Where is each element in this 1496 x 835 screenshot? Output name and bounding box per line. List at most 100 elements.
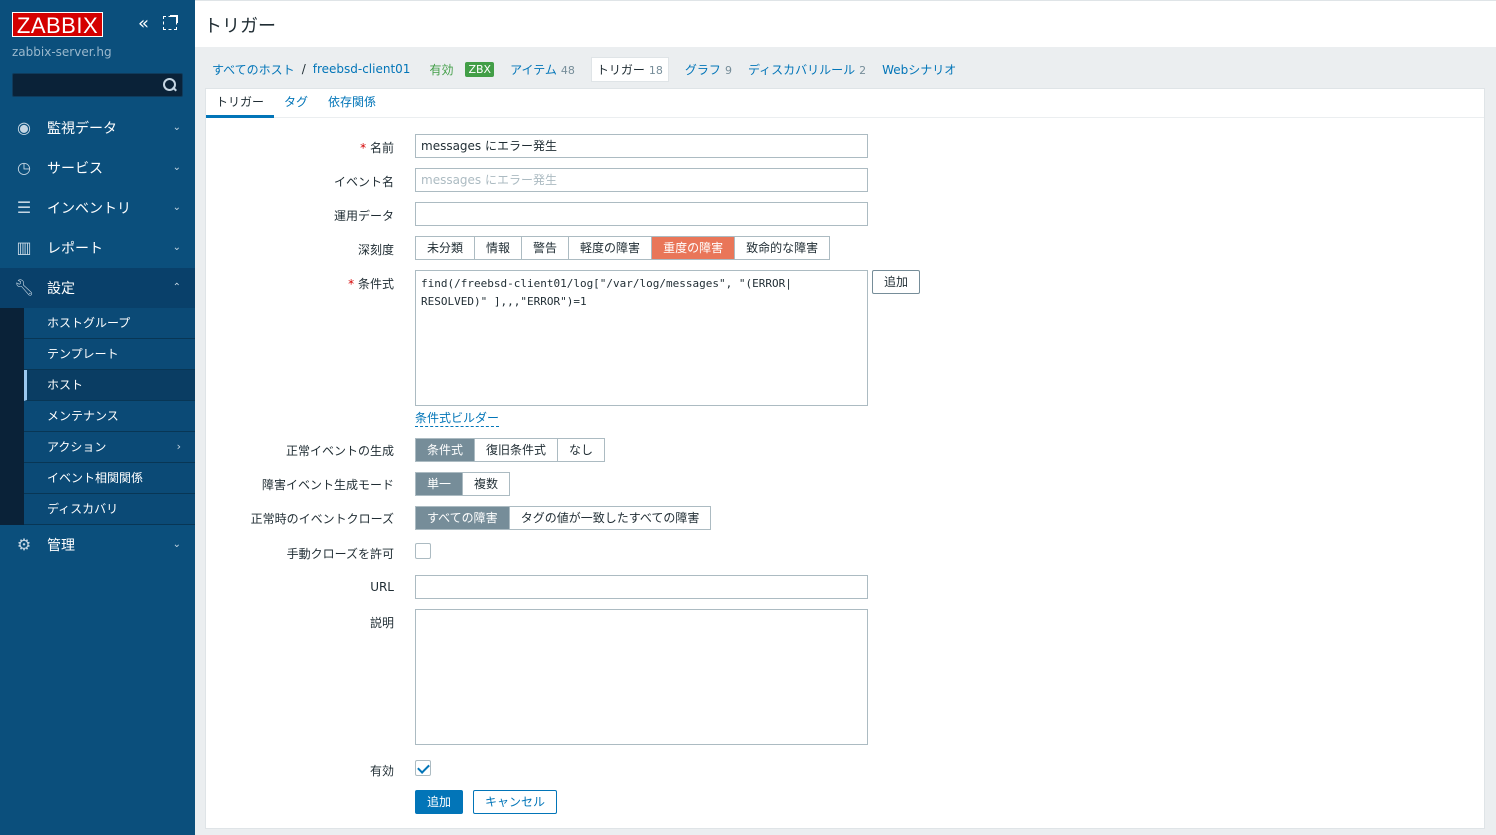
severity-average[interactable]: 軽度の障害 bbox=[569, 237, 653, 259]
ok-event-label: 正常イベントの生成 bbox=[285, 444, 394, 458]
ok-event-recovery-expression[interactable]: 復旧条件式 bbox=[475, 439, 559, 461]
gear-icon: ⚙ bbox=[16, 535, 32, 554]
name-label: 名前 bbox=[360, 139, 394, 156]
cancel-button[interactable]: キャンセル bbox=[473, 790, 558, 814]
graphs-count: 9 bbox=[724, 63, 732, 77]
breadcrumb-items[interactable]: アイテム 48 bbox=[510, 61, 575, 78]
tab-dependencies[interactable]: 依存関係 bbox=[318, 89, 386, 118]
enabled-label: 有効 bbox=[369, 764, 394, 778]
triggers-count: 18 bbox=[648, 63, 663, 77]
bar-chart-icon: ▥ bbox=[16, 238, 32, 257]
breadcrumb-triggers-label[interactable]: トリガー bbox=[597, 63, 645, 77]
menu-services[interactable]: ◷ サービス ⌄ bbox=[0, 148, 195, 188]
ok-event-none[interactable]: なし bbox=[558, 439, 604, 461]
zbx-availability-badge: ZBX bbox=[465, 61, 495, 77]
submenu-discovery[interactable]: ディスカバリ bbox=[24, 494, 195, 525]
ok-close-selector: すべての障害 タグの値が一致したすべての障害 bbox=[415, 506, 712, 530]
breadcrumb-triggers[interactable]: トリガー 18 bbox=[590, 56, 669, 82]
main-content: トリガー すべてのホスト / freebsd-client01 有効 ZBX ア… bbox=[195, 0, 1496, 835]
configuration-submenu: ホストグループ テンプレート ホスト メンテナンス アクション › イベント相関… bbox=[0, 308, 195, 525]
submenu-templates[interactable]: テンプレート bbox=[24, 339, 195, 370]
form-tabs: トリガー タグ 依存関係 bbox=[206, 89, 1484, 118]
host-breadcrumb: すべてのホスト / freebsd-client01 有効 ZBX アイテム 48… bbox=[212, 56, 956, 82]
trigger-form-panel: トリガー タグ 依存関係 名前 messages にエラー発生 イベント名 me… bbox=[205, 88, 1485, 829]
ok-close-label: 正常時のイベントクローズ bbox=[250, 512, 394, 526]
sidebar: ZABBIX « zabbix-server.hg ◉ 監視データ ⌄ ◷ サー… bbox=[0, 0, 195, 835]
chevron-down-icon: ⌄ bbox=[172, 242, 181, 253]
problem-mode-multiple[interactable]: 複数 bbox=[463, 473, 509, 495]
menu-label: 管理 bbox=[47, 538, 75, 554]
menu-configuration[interactable]: 🔧︎ 設定 ⌃ bbox=[0, 268, 195, 308]
submenu-event-correlation[interactable]: イベント相関関係 bbox=[24, 463, 195, 494]
menu-monitoring[interactable]: ◉ 監視データ ⌄ bbox=[0, 108, 195, 148]
add-button[interactable]: 追加 bbox=[415, 790, 464, 814]
menu-label: レポート bbox=[47, 241, 103, 257]
chevron-right-icon: › bbox=[176, 440, 181, 453]
severity-not-classified[interactable]: 未分類 bbox=[416, 237, 476, 259]
list-icon: ☰ bbox=[16, 198, 32, 217]
breadcrumb-graphs[interactable]: グラフ 9 bbox=[685, 61, 732, 78]
breadcrumb-host[interactable]: freebsd-client01 bbox=[313, 62, 411, 76]
expression-field[interactable]: find(/freebsd-client01/log["/var/log/mes… bbox=[415, 270, 868, 406]
severity-high[interactable]: 重度の障害 bbox=[652, 237, 736, 259]
problem-mode-single[interactable]: 単一 bbox=[416, 473, 464, 495]
tab-trigger[interactable]: トリガー bbox=[206, 89, 275, 118]
event-name-field[interactable]: messages にエラー発生 bbox=[415, 168, 868, 192]
breadcrumb-all-hosts[interactable]: すべてのホスト bbox=[212, 61, 295, 78]
breadcrumb-discovery[interactable]: ディスカバリルール 2 bbox=[748, 61, 866, 78]
expression-label: 条件式 bbox=[348, 275, 394, 292]
zabbix-logo[interactable]: ZABBIX bbox=[12, 12, 103, 38]
discovery-count: 2 bbox=[859, 63, 867, 77]
breadcrumb-items-label[interactable]: アイテム bbox=[510, 63, 557, 77]
server-name: zabbix-server.hg bbox=[12, 45, 112, 59]
submenu-maintenance[interactable]: メンテナンス bbox=[24, 401, 195, 432]
opdata-field[interactable] bbox=[415, 202, 868, 226]
chevron-down-icon: ⌄ bbox=[172, 539, 181, 550]
enabled-checkbox[interactable] bbox=[415, 760, 431, 776]
ok-event-selector: 条件式 復旧条件式 なし bbox=[415, 438, 606, 462]
host-status: 有効 bbox=[429, 62, 454, 77]
menu-administration[interactable]: ⚙ 管理 ⌄ bbox=[0, 525, 195, 565]
items-count: 48 bbox=[560, 63, 575, 77]
url-field[interactable] bbox=[415, 575, 868, 599]
eye-icon: ◉ bbox=[17, 118, 31, 137]
chevron-down-icon: ⌄ bbox=[172, 122, 181, 133]
submenu-hosts[interactable]: ホスト bbox=[24, 370, 195, 401]
main-menu: ◉ 監視データ ⌄ ◷ サービス ⌄ ☰ インベントリ ⌄ ▥ レポート ⌄ 🔧… bbox=[0, 108, 195, 565]
tab-tags[interactable]: タグ bbox=[274, 89, 318, 118]
severity-disaster[interactable]: 致命的な障害 bbox=[735, 237, 829, 259]
description-label: 説明 bbox=[369, 616, 394, 630]
ok-event-expression[interactable]: 条件式 bbox=[416, 439, 476, 461]
description-field[interactable] bbox=[415, 609, 868, 745]
ok-close-all[interactable]: すべての障害 bbox=[416, 507, 510, 529]
breadcrumb-web-label[interactable]: Webシナリオ bbox=[882, 63, 956, 77]
manual-close-checkbox[interactable] bbox=[415, 543, 431, 559]
problem-mode-selector: 単一 複数 bbox=[415, 472, 511, 496]
expression-builder-link[interactable]: 条件式ビルダー bbox=[415, 409, 500, 427]
stopwatch-icon: ◷ bbox=[17, 158, 31, 177]
submenu-host-groups[interactable]: ホストグループ bbox=[24, 308, 195, 339]
breadcrumb-discovery-label[interactable]: ディスカバリルール bbox=[748, 63, 855, 77]
wrench-icon: 🔧︎ bbox=[14, 278, 35, 297]
search-icon[interactable] bbox=[163, 78, 177, 92]
menu-inventory[interactable]: ☰ インベントリ ⌄ bbox=[0, 188, 195, 228]
severity-information[interactable]: 情報 bbox=[475, 237, 523, 259]
name-field[interactable]: messages にエラー発生 bbox=[415, 134, 868, 158]
submenu-label: アクション bbox=[47, 440, 107, 454]
menu-reports[interactable]: ▥ レポート ⌄ bbox=[0, 228, 195, 268]
page-title: トリガー bbox=[204, 16, 276, 37]
collapse-sidebar-icon[interactable]: « bbox=[138, 14, 156, 34]
breadcrumb-graphs-label[interactable]: グラフ bbox=[685, 63, 721, 77]
breadcrumb-separator: / bbox=[301, 62, 306, 76]
breadcrumb-web[interactable]: Webシナリオ bbox=[882, 61, 956, 78]
sidebar-search-input[interactable] bbox=[12, 73, 183, 97]
chevron-down-icon: ⌄ bbox=[172, 162, 181, 173]
page-header: トリガー bbox=[195, 0, 1496, 47]
severity-warning[interactable]: 警告 bbox=[522, 237, 570, 259]
ok-close-tag-match[interactable]: タグの値が一致したすべての障害 bbox=[510, 507, 711, 529]
problem-mode-label: 障害イベント生成モード bbox=[261, 478, 394, 492]
expression-add-button[interactable]: 追加 bbox=[872, 270, 921, 294]
submenu-actions[interactable]: アクション › bbox=[24, 432, 195, 463]
kiosk-mode-icon[interactable] bbox=[163, 15, 178, 30]
manual-close-label: 手動クローズを許可 bbox=[286, 547, 394, 561]
